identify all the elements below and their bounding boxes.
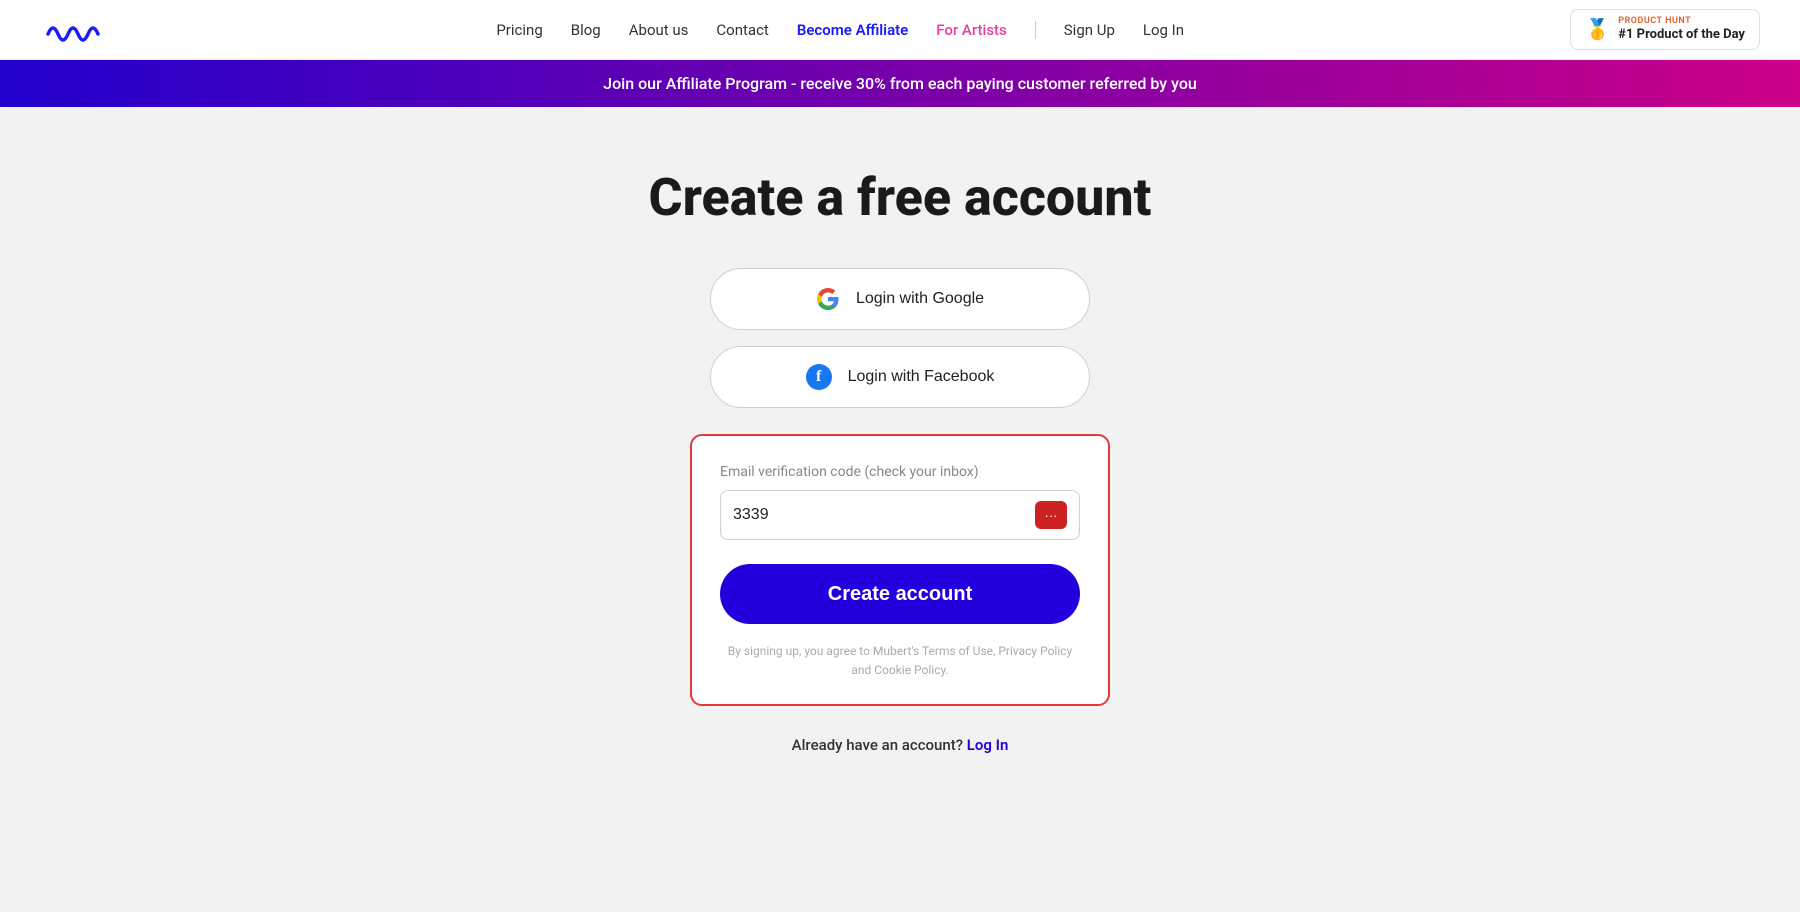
medal-icon: 🥇 — [1585, 17, 1610, 41]
banner-text: Join our Affiliate Program - receive 30%… — [603, 74, 1197, 93]
product-hunt-badge[interactable]: 🥇 PRODUCT HUNT #1 Product of the Day — [1570, 9, 1760, 49]
ph-rank: #1 Product of the Day — [1618, 27, 1745, 43]
already-account-label: Already have an account? — [792, 736, 963, 754]
navbar: Pricing Blog About us Contact Become Aff… — [0, 0, 1800, 60]
facebook-login-label: Login with Facebook — [848, 368, 995, 386]
login-link[interactable]: Log In — [967, 736, 1009, 754]
google-login-label: Login with Google — [856, 290, 984, 308]
create-account-button[interactable]: Create account — [720, 564, 1080, 624]
nav-affiliate[interactable]: Become Affiliate — [797, 21, 908, 39]
nav-contact[interactable]: Contact — [716, 21, 768, 39]
google-icon — [816, 287, 840, 311]
already-account-text: Already have an account? Log In — [792, 736, 1009, 754]
affiliate-banner[interactable]: Join our Affiliate Program - receive 30%… — [0, 60, 1800, 107]
nav-blog[interactable]: Blog — [571, 21, 601, 39]
nav-links: Pricing Blog About us Contact Become Aff… — [496, 21, 1184, 39]
verification-code-input[interactable] — [733, 506, 1035, 524]
email-card: Email verification code (check your inbo… — [690, 434, 1110, 706]
nav-signup[interactable]: Sign Up — [1064, 21, 1115, 39]
email-icon-button[interactable]: ··· — [1035, 501, 1067, 529]
nav-about[interactable]: About us — [629, 21, 689, 39]
email-input-row: ··· — [720, 490, 1080, 540]
dots-icon: ··· — [1045, 508, 1058, 523]
nav-pricing[interactable]: Pricing — [496, 21, 542, 39]
email-label: Email verification code (check your inbo… — [720, 464, 1080, 480]
main-content: Create a free account Login with Google … — [0, 107, 1800, 814]
ph-text: PRODUCT HUNT #1 Product of the Day — [1618, 16, 1745, 42]
nav-divider — [1035, 21, 1036, 39]
ph-label: PRODUCT HUNT — [1618, 16, 1745, 27]
google-login-button[interactable]: Login with Google — [710, 268, 1090, 330]
logo[interactable] — [40, 12, 110, 48]
facebook-login-button[interactable]: f Login with Facebook — [710, 346, 1090, 408]
nav-artists[interactable]: For Artists — [936, 21, 1007, 39]
page-title: Create a free account — [649, 167, 1152, 228]
nav-login[interactable]: Log In — [1143, 21, 1184, 39]
terms-text: By signing up, you agree to Mubert's Ter… — [720, 642, 1080, 680]
facebook-icon: f — [806, 364, 832, 390]
